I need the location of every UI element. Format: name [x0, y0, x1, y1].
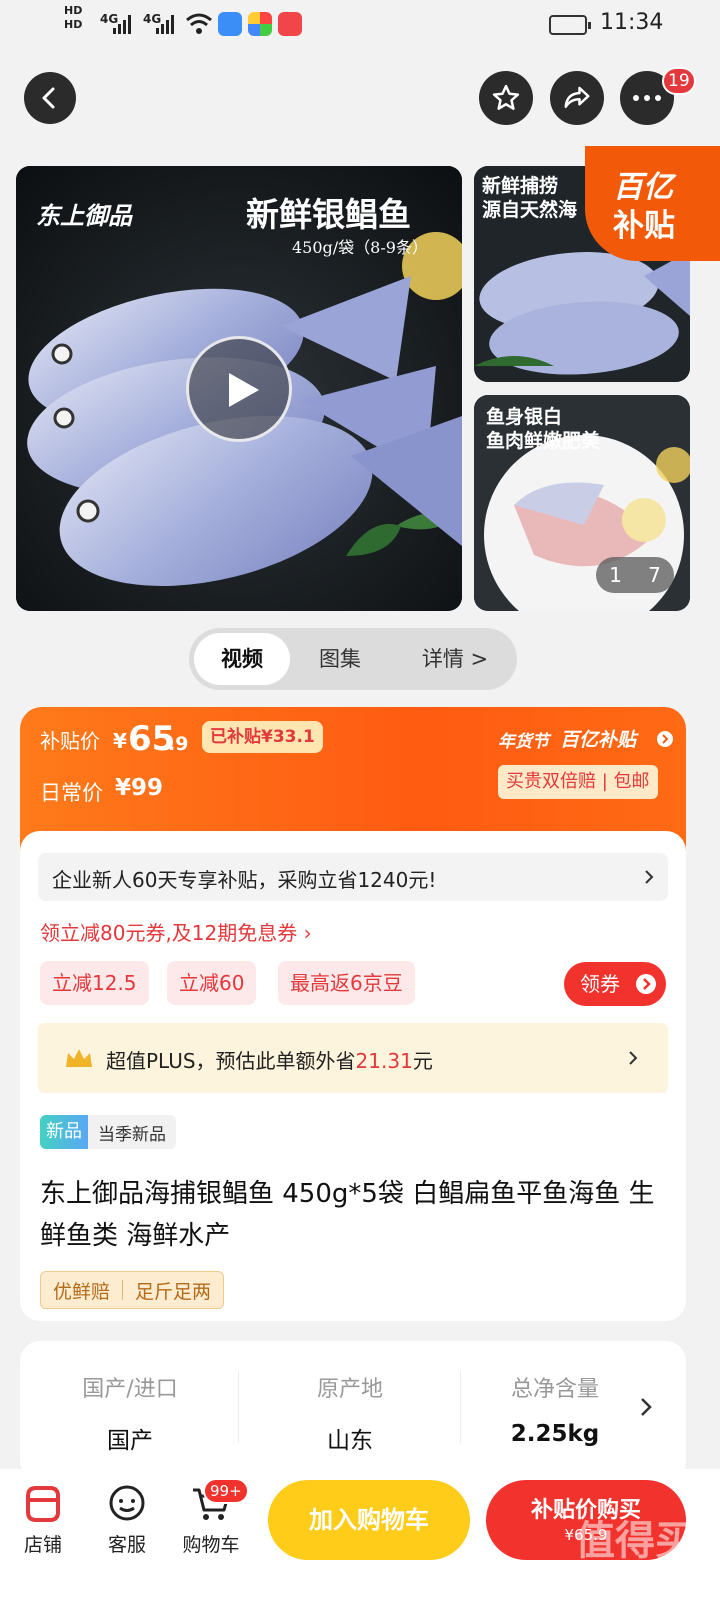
tab-details[interactable]: 详情 > [407, 633, 503, 685]
status-bar: HD HD 4G 4G 11:34 [0, 0, 720, 50]
customer-service-icon [109, 1485, 145, 1521]
clock: 11:34 [600, 10, 664, 35]
service-tag: 优鲜赔 [53, 1280, 111, 1303]
crown-icon [66, 1049, 92, 1067]
tab-video[interactable]: 视频 [194, 633, 290, 685]
plus-banner[interactable]: 超值PLUS，预估此单额外省21.31元 [38, 1023, 668, 1093]
chevron-right-circle-icon [636, 974, 656, 994]
new-tag-label: 新品 [40, 1115, 88, 1149]
share-icon [564, 86, 590, 108]
chevron-right-icon [645, 870, 654, 884]
add-to-cart-button[interactable]: 加入购物车 [268, 1480, 470, 1560]
already-subsidy-badge: 已补贴¥33.1 [202, 721, 323, 753]
app-notification-icon [218, 12, 242, 36]
service-tags[interactable]: 优鲜赔 足斤足两 [40, 1271, 225, 1309]
chevron-right-circle-icon [657, 731, 673, 747]
media-tabs: 视频 图集 详情 > [189, 628, 517, 690]
chevron-left-icon [42, 87, 55, 109]
hd-indicator: HD HD [64, 4, 83, 31]
product-page: HD HD 4G 4G 11:34 19 东上御品 新鲜银鲳鱼 450g/袋（8… [0, 0, 720, 1600]
festival-badge: 年货节 [498, 732, 549, 752]
get-coupon-button[interactable]: 领券 [564, 962, 666, 1006]
service-tag: 足斤足两 [135, 1280, 212, 1303]
thumbnail-caption: 鱼身银白 鱼肉鲜嫩肥美 [486, 406, 601, 452]
new-product-tag: 新品 当季新品 [40, 1115, 176, 1149]
cart-label: 购物车 [182, 1534, 240, 1556]
play-button[interactable] [186, 336, 292, 442]
product-title: 东上御品海捕银鲳鱼 450g*5袋 白鲳扁鱼平鱼海鱼 生鲜鱼类 海鲜水产 [40, 1179, 655, 1251]
spec-card[interactable]: 国产/进口 国产 原产地 山东 总净含量 2.25kg [20, 1341, 686, 1481]
wifi-icon [186, 13, 212, 34]
subsidy-price-decimal: .9 [168, 733, 189, 755]
play-icon [229, 373, 259, 407]
get-coupon-label: 领券 [580, 972, 620, 996]
counter-current: 1 [609, 563, 622, 587]
promo-and-title-card: 企业新人60天专享补贴，采购立省1240元! 领立减80元券,及12期免息券 ›… [20, 831, 686, 1321]
currency-symbol: ¥ [113, 729, 127, 753]
brand-logo: 东上御品 [36, 201, 132, 230]
cart-count-badge: 99+ [203, 1478, 249, 1504]
billion-subsidy-tag: 百亿 补贴 [585, 146, 720, 261]
counter-total: 7 [648, 563, 661, 587]
site-watermark: 值得买 [575, 1518, 695, 1564]
thumbnail-caption: 新鲜捕捞 源自天然海 [482, 175, 578, 221]
battery-icon [549, 15, 591, 35]
back-button[interactable] [24, 72, 76, 124]
subsidy-price-label: 补贴价 [40, 729, 100, 753]
signal-bars-icon [113, 15, 131, 34]
image-counter: 1 7 [596, 557, 674, 593]
guarantee-badge: 买贵双倍赔 | 包邮 [498, 765, 658, 799]
customer-service-label: 客服 [107, 1534, 146, 1556]
store-label: 店铺 [23, 1534, 62, 1556]
tab-gallery[interactable]: 图集 [299, 633, 381, 685]
enterprise-banner[interactable]: 企业新人60天专享补贴，采购立省1240元! [38, 853, 668, 901]
new-tag-desc: 当季新品 [98, 1124, 166, 1145]
hero-subtitle: 450g/袋（8-9条） [292, 238, 428, 257]
enterprise-text: 企业新人60天专享补贴，采购立省1240元! [52, 868, 437, 892]
normal-price: ¥99 [115, 775, 164, 801]
spec-item: 总净含量 2.25kg [510, 1377, 600, 1447]
customer-service-nav-item[interactable]: 客服 [92, 1482, 162, 1557]
hero-product-video[interactable]: 东上御品 新鲜银鲳鱼 450g/袋（8-9条） [16, 166, 462, 611]
star-icon [492, 84, 520, 110]
store-icon [26, 1486, 60, 1522]
share-button[interactable] [550, 71, 604, 125]
signal-bars-icon [156, 15, 174, 34]
discount-chip[interactable]: 立减60 [167, 961, 257, 1005]
app-notification-icon [278, 12, 302, 36]
discount-chip[interactable]: 立减12.5 [40, 961, 149, 1005]
app-notification-icon [248, 12, 272, 36]
favorite-button[interactable] [479, 71, 533, 125]
spec-item: 原产地 山东 [316, 1377, 383, 1454]
coupon-offer-link[interactable]: 领立减80元券,及12期免息券 › [40, 917, 312, 946]
chevron-right-icon [641, 1398, 652, 1416]
spec-item: 国产/进口 国产 [82, 1377, 178, 1454]
message-count-badge: 19 [662, 67, 696, 95]
billion-subsidy-brand[interactable]: 百亿补贴 [560, 725, 636, 752]
normal-price-label: 日常价 [40, 781, 103, 805]
more-dots-icon [633, 95, 661, 101]
hero-title: 新鲜银鲳鱼 [246, 195, 411, 234]
store-nav-item[interactable]: 店铺 [8, 1482, 78, 1557]
site-watermark-url: zhizhizhi.com [588, 1560, 684, 1576]
chevron-right-icon [629, 1051, 638, 1065]
discount-chip[interactable]: 最高返6京豆 [278, 961, 415, 1005]
plus-text: 超值PLUS，预估此单额外省21.31元 [106, 1049, 433, 1073]
